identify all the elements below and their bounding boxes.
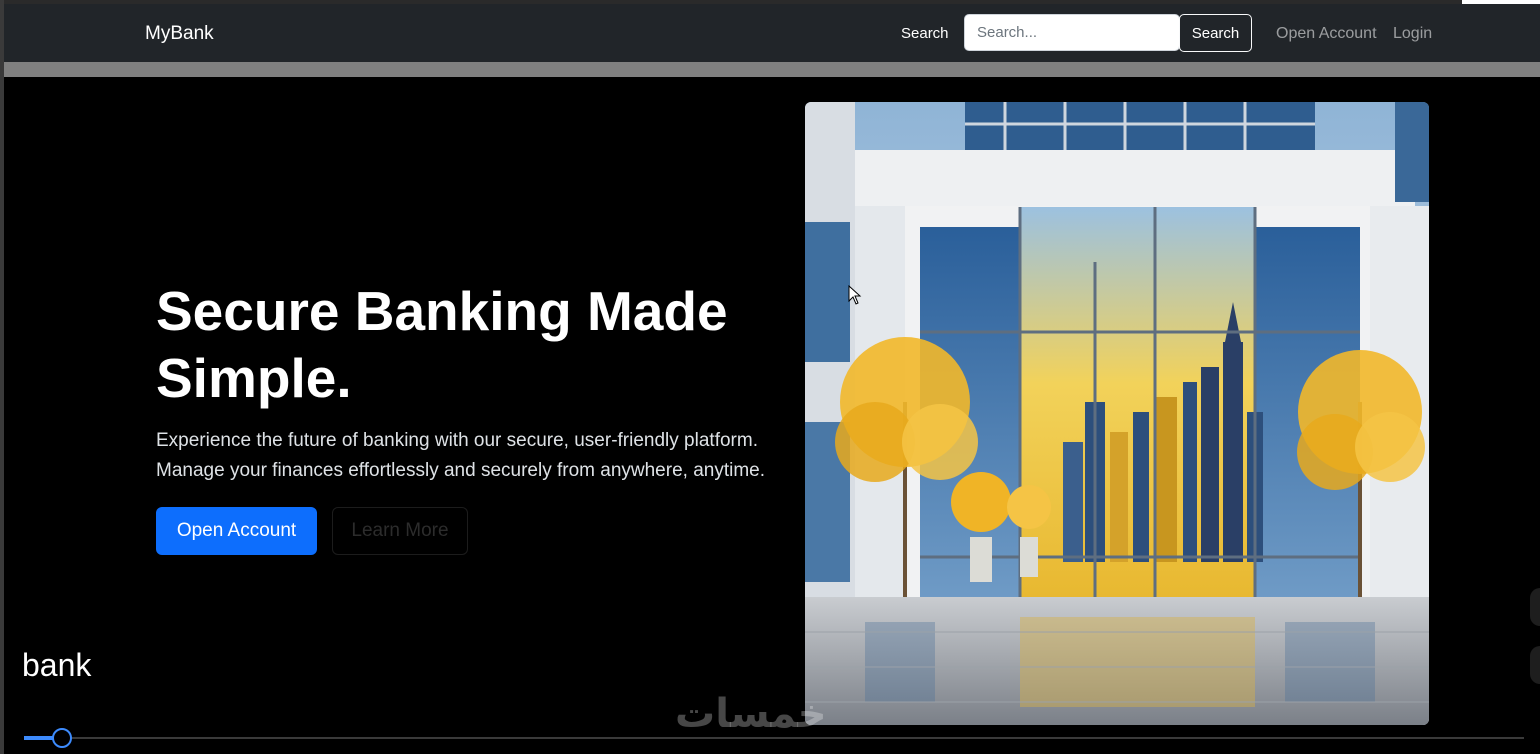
video-caption: bank — [22, 647, 92, 683]
video-progress-knob[interactable] — [52, 728, 72, 748]
side-scroll-handle-top[interactable] — [1530, 588, 1540, 626]
video-progress-track[interactable] — [24, 737, 1524, 739]
search-input[interactable] — [964, 14, 1180, 51]
bank-building-image — [805, 102, 1429, 725]
open-account-button[interactable]: Open Account — [156, 507, 317, 555]
side-scroll-handle-bottom[interactable] — [1530, 646, 1540, 684]
hero-description: Experience the future of banking with ou… — [156, 430, 766, 481]
navbar: MyBank Search Search Open Account Login — [4, 4, 1540, 62]
window-left-border — [0, 0, 4, 754]
screen: MyBank Search Search Open Account Login … — [0, 0, 1540, 754]
learn-more-button[interactable]: Learn More — [332, 507, 468, 555]
brand-logo[interactable]: MyBank — [145, 23, 214, 45]
hero-title: Secure Banking Made Simple. — [156, 280, 728, 409]
mouse-cursor-icon — [848, 285, 862, 305]
header-divider-band — [4, 62, 1540, 77]
nav-login-link[interactable]: Login — [1393, 25, 1432, 43]
bank-building-illustration — [805, 102, 1429, 725]
search-label: Search — [901, 25, 949, 42]
search-button[interactable]: Search — [1179, 14, 1252, 52]
nav-open-account-link[interactable]: Open Account — [1276, 25, 1377, 43]
watermark-logo: خمسات — [675, 691, 827, 737]
